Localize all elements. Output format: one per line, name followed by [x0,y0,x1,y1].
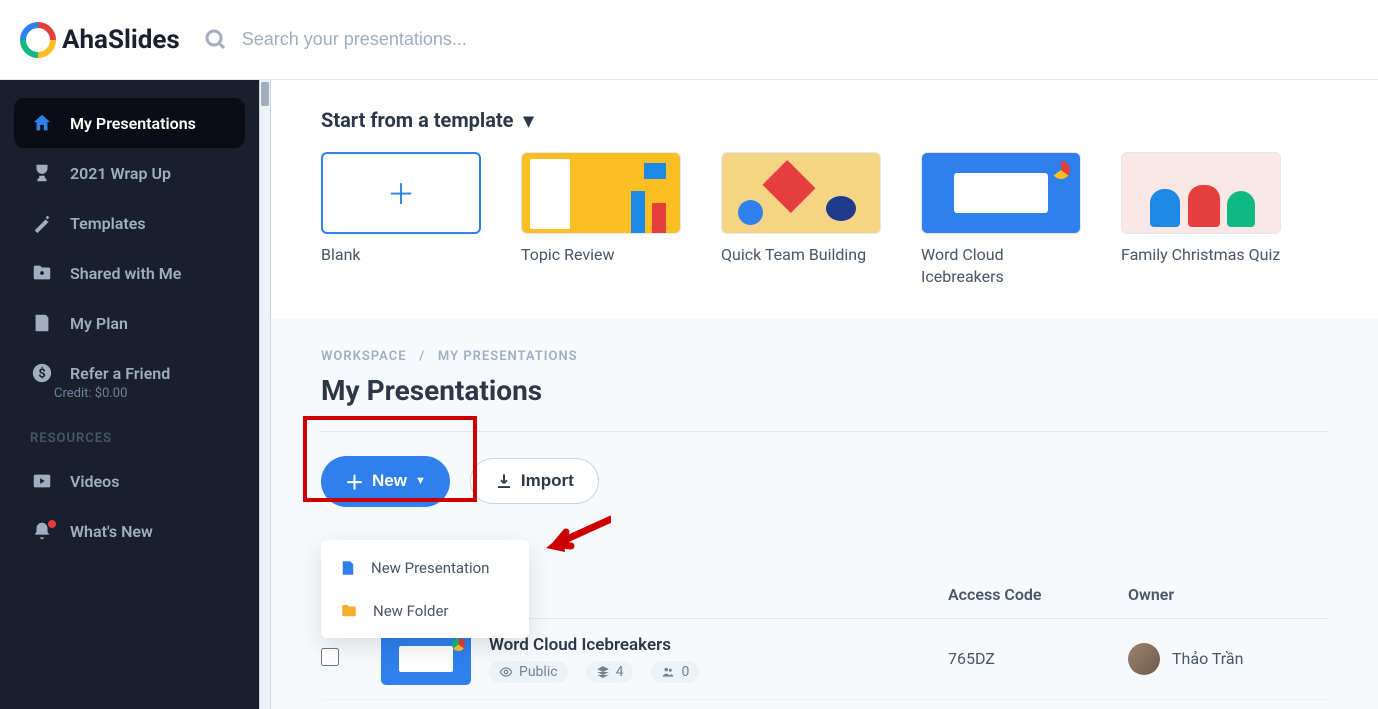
template-family-quiz[interactable]: Family Christmas Quiz [1121,152,1281,289]
visibility-label: Public [519,664,558,680]
annotation-arrow [541,514,611,554]
visibility-badge: Public [489,661,568,683]
import-button[interactable]: Import [470,458,599,504]
template-thumb [921,152,1081,234]
breadcrumb-current: MY PRESENTATIONS [438,349,578,364]
presentation-title: Word Cloud Icebreakers [489,635,699,655]
sidebar-item-label: 2021 Wrap Up [70,164,171,183]
sidebar-item-whats-new[interactable]: What's New [14,506,245,556]
layers-icon [596,665,610,679]
brand-name: AhaSlides [62,25,180,55]
plus-icon: ＋ [345,468,364,495]
template-heading-label: Start from a template [321,108,513,132]
home-icon [30,112,54,134]
template-label: Blank [321,244,481,266]
shared-folder-icon [30,262,54,284]
dollar-icon: $ [30,362,54,384]
participants-count: 0 [681,664,689,680]
column-access-code: Access Code [948,585,1128,604]
slides-count-badge: 4 [586,661,634,683]
sidebar-item-my-presentations[interactable]: My Presentations [14,98,245,148]
bell-icon [30,520,54,542]
search-icon [204,28,228,52]
divider [321,431,1328,432]
access-code: 765DZ [948,649,1128,668]
users-icon [661,665,675,679]
sidebar-item-videos[interactable]: Videos [14,456,245,506]
participants-badge: 0 [651,661,699,683]
column-owner: Owner [1128,585,1328,604]
credit-label: Credit: $0.00 [14,386,245,401]
sidebar-item-wrap-up[interactable]: 2021 Wrap Up [14,148,245,198]
dropdown-item-label: New Folder [373,602,448,620]
caret-down-icon: ▼ [415,475,426,487]
sidebar-item-label: My Plan [70,314,128,333]
template-topic-review[interactable]: Topic Review [521,152,681,289]
breadcrumb-root[interactable]: WORKSPACE [321,349,407,364]
breadcrumb-separator: / [419,349,425,364]
dropdown-item-label: New Presentation [371,559,489,577]
new-button[interactable]: ＋ New ▼ [321,456,450,507]
sidebar-item-label: My Presentations [70,114,196,133]
dropdown-new-presentation[interactable]: New Presentation [321,546,529,590]
sidebar-item-label: Templates [70,214,146,233]
notification-dot [48,520,56,528]
presentation-thumbnail [381,633,471,685]
sidebar-item-label: Videos [70,472,119,491]
sidebar-item-my-plan[interactable]: My Plan [14,298,245,348]
sidebar-item-label: Shared with Me [70,264,181,283]
owner-name: Thảo Trần [1172,649,1243,668]
svg-text:$: $ [38,367,45,382]
template-heading[interactable]: Start from a template ▾ [321,108,1328,132]
sidebar-item-label: What's New [70,522,153,541]
template-label: Family Christmas Quiz [1121,244,1281,266]
new-button-label: New [372,471,407,491]
download-icon [495,472,513,490]
template-label: Topic Review [521,244,681,266]
template-blank[interactable]: ＋ Blank [321,152,481,289]
sidebar-item-templates[interactable]: Templates [14,198,245,248]
slides-count: 4 [616,664,624,680]
wand-icon [30,212,54,234]
scrollbar-thumb[interactable] [261,82,269,106]
eye-icon [499,665,513,679]
sidebar-scrollbar[interactable] [259,80,271,709]
page-title: My Presentations [321,374,1328,407]
file-icon [339,558,357,578]
new-dropdown: New Presentation New Folder [321,540,529,638]
sidebar: My Presentations 2021 Wrap Up Templates … [0,80,259,709]
sidebar-item-label: Refer a Friend [70,364,170,383]
plus-icon: ＋ [387,173,415,213]
dropdown-new-folder[interactable]: New Folder [321,590,529,632]
template-thumb [721,152,881,234]
template-thumb-blank: ＋ [321,152,481,234]
video-icon [30,470,54,492]
template-team-building[interactable]: Quick Team Building [721,152,881,289]
import-button-label: Import [521,471,574,491]
chevron-down-icon: ▾ [523,108,533,132]
trophy-icon [30,162,54,184]
template-thumb [1121,152,1281,234]
row-checkbox[interactable] [321,648,339,666]
template-label: Quick Team Building [721,244,881,266]
sidebar-item-refer[interactable]: $ Refer a Friend [14,348,245,388]
resources-heading: RESOURCES [14,401,245,456]
brand-logo[interactable]: AhaSlides [20,22,180,58]
sidebar-item-shared[interactable]: Shared with Me [14,248,245,298]
owner-avatar [1128,643,1160,675]
breadcrumb: WORKSPACE / MY PRESENTATIONS [321,349,1328,364]
brand-logo-icon [20,22,56,58]
template-word-cloud[interactable]: Word Cloud Icebreakers [921,152,1081,289]
search-input[interactable] [242,29,1358,50]
folder-icon [339,602,359,620]
template-thumb [521,152,681,234]
invoice-icon [30,312,54,334]
template-label: Word Cloud Icebreakers [921,244,1081,289]
